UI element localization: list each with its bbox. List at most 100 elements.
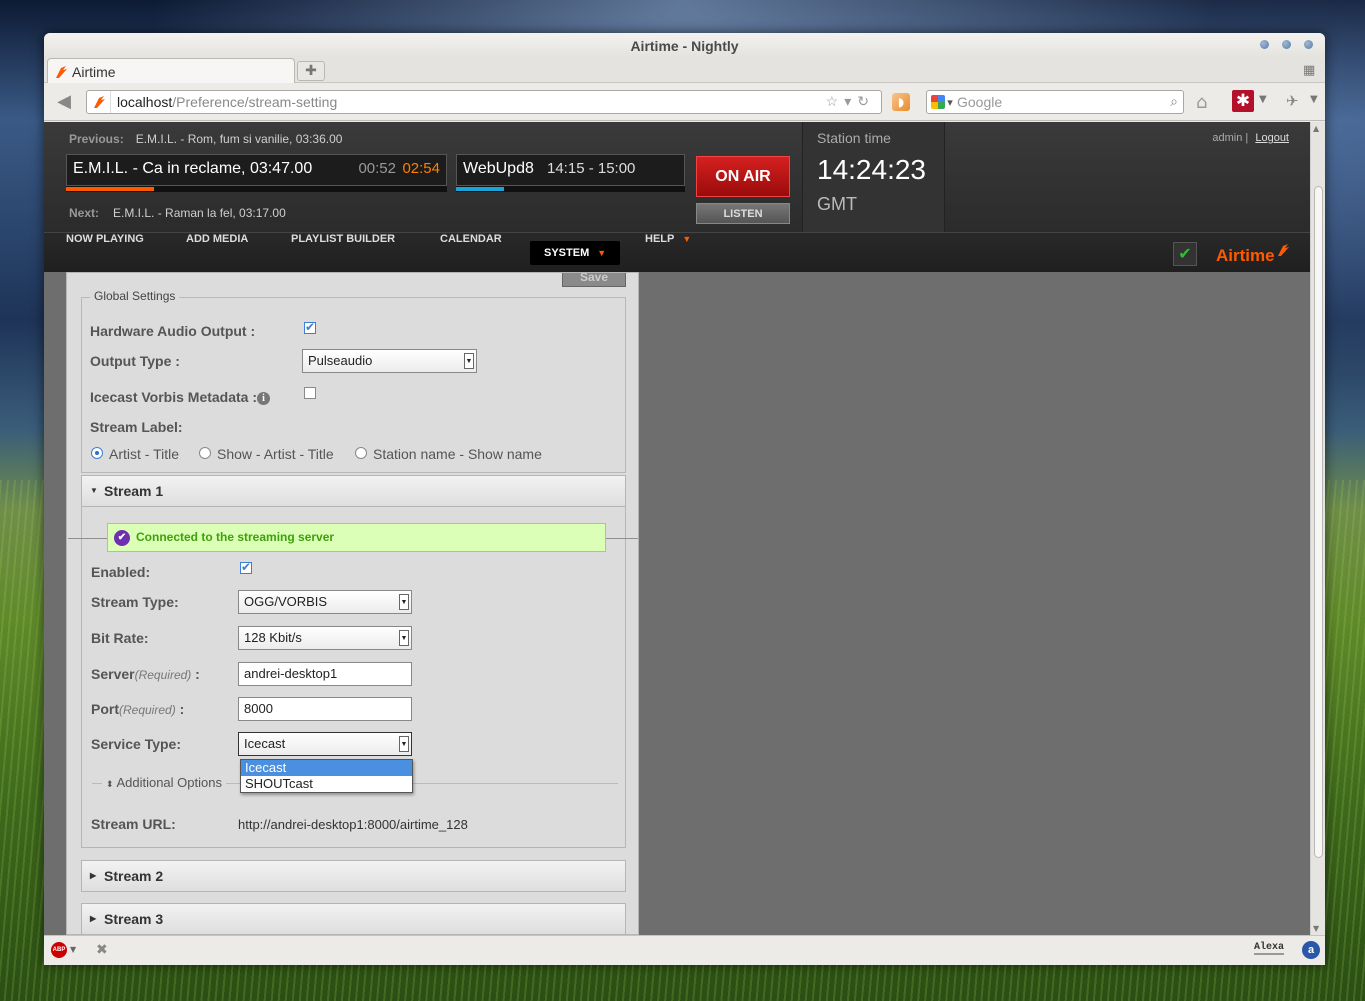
url-host: localhost [117, 94, 173, 110]
site-identity-icon[interactable] [87, 91, 111, 113]
menu-now-playing[interactable]: NOW PLAYING [66, 233, 144, 273]
dropdown-arrow-icon[interactable]: ▾ [844, 93, 857, 109]
server-input[interactable]: andrei-desktop1 [238, 662, 412, 686]
bit-rate-label: Bit Rate: [91, 630, 149, 646]
logout-link[interactable]: Logout [1255, 132, 1289, 144]
url-bar-icons: ☆▾↻ [826, 93, 875, 110]
adblock-icon[interactable]: ABP [51, 942, 67, 958]
window-title: Airtime - Nightly [630, 38, 739, 54]
page-content: Previous: E.M.I.L. - Rom, fum si vanilie,… [44, 122, 1310, 935]
status-bar: ABP ▼ ✖ Alexa a [44, 935, 1325, 965]
close-icon[interactable]: ✖ [96, 942, 108, 958]
stream-2-header[interactable]: ▶ Stream 2 [81, 860, 626, 892]
server-colon: : [191, 666, 200, 682]
enabled-checkbox[interactable] [240, 560, 252, 574]
output-type-select[interactable]: Pulseaudio ▼ [302, 349, 477, 373]
stream-3-header[interactable]: ▶ Stream 3 [81, 903, 626, 934]
browser-window: Airtime - Nightly Airtime ✚ ▦ ◀ localhos… [44, 33, 1325, 965]
chevron-down-icon: ▼ [597, 248, 607, 258]
navigation-toolbar: ◀ localhost/Preference/stream-setting ☆▾… [44, 83, 1325, 121]
listen-button[interactable]: LISTEN [696, 203, 790, 224]
search-bar[interactable]: ▾ Google ⌕ [926, 90, 1184, 114]
rss-icon[interactable]: ◗ [892, 93, 910, 111]
addon-dropdown-icon[interactable]: ▼ [1259, 94, 1267, 105]
radio-show-artist-title[interactable] [199, 447, 211, 459]
new-tab-button[interactable]: ✚ [297, 61, 325, 81]
server-label-text: Server [91, 666, 135, 682]
service-type-value: Icecast [244, 736, 286, 751]
check-icon: ✔ [1173, 242, 1197, 266]
stream-1-header[interactable]: ▼ Stream 1 [81, 475, 626, 507]
global-settings-legend: Global Settings [90, 289, 180, 303]
chevron-right-icon: ▶ [90, 914, 97, 923]
service-type-option-shoutcast[interactable]: SHOUTcast [241, 776, 412, 792]
list-all-tabs-icon[interactable]: ▦ [1303, 63, 1319, 79]
hardware-audio-output-checkbox[interactable] [304, 320, 316, 334]
username: admin [1212, 132, 1243, 144]
addon-icon[interactable]: ✱ [1232, 90, 1254, 112]
stream-settings-panel: Save Global Settings Hardware Audio Outp… [66, 272, 639, 935]
previous-label: Previous: [69, 132, 124, 146]
vertical-scrollbar[interactable]: ▲ ▼ [1310, 122, 1325, 935]
previous-value: E.M.I.L. - Rom, fum si vanilie, 03:36.00 [135, 132, 343, 146]
additional-options-label: Additional Options [116, 775, 222, 790]
scroll-down-icon[interactable]: ▼ [1313, 924, 1319, 933]
home-icon[interactable]: ⌂ [1196, 92, 1207, 113]
expand-icon: ⬍ [106, 779, 114, 789]
tab-label: Airtime [72, 63, 116, 80]
tools-icon[interactable]: ✈ [1286, 92, 1299, 110]
adblock-dropdown-icon[interactable]: ▼ [70, 945, 76, 954]
brand-text: Airtime [1216, 246, 1275, 265]
stream-type-select[interactable]: OGG/VORBIS ▼ [238, 590, 412, 614]
menu-help[interactable]: HELP ▼ [645, 233, 691, 273]
tools-dropdown-icon[interactable]: ▼ [1310, 94, 1318, 105]
stream-1-body: ✔ Connected to the streaming server Enab… [68, 507, 638, 848]
star-icon[interactable]: ☆ [826, 93, 845, 109]
radio-station-show-name[interactable] [355, 447, 367, 459]
airtime-logo-icon [1277, 244, 1289, 256]
magnifier-icon[interactable]: ⌕ [1170, 93, 1178, 110]
search-engine-selector[interactable]: ▾ [927, 95, 957, 109]
stream-3-title: Stream 3 [104, 911, 164, 927]
scroll-up-icon[interactable]: ▲ [1313, 124, 1319, 133]
radio-artist-title[interactable] [91, 447, 103, 459]
stream-label-label: Stream Label: [90, 419, 183, 435]
bit-rate-value: 128 Kbit/s [244, 630, 302, 645]
info-icon[interactable]: i [257, 392, 271, 405]
menu-help-label: HELP [645, 233, 675, 245]
station-time: 14:24:23 [817, 154, 926, 185]
chevron-down-icon: ▼ [682, 234, 692, 244]
alexa-icon[interactable]: a [1302, 941, 1320, 959]
station-time-panel: Station time 14:24:23 GMT [802, 122, 945, 232]
menu-add-media[interactable]: ADD MEDIA [186, 233, 248, 273]
alexa-toolbar[interactable]: Alexa [1254, 942, 1285, 955]
menu-calendar[interactable]: CALENDAR [440, 233, 502, 273]
stream-url-value: http://andrei-desktop1:8000/airtime_128 [238, 817, 468, 832]
service-type-option-icecast[interactable]: Icecast [241, 760, 412, 776]
stream-1-title: Stream 1 [104, 483, 164, 499]
service-type-select[interactable]: Icecast ▼ [238, 732, 412, 756]
current-track-title: E.M.I.L. - Ca in reclame, 03:47.00 [73, 160, 313, 177]
back-arrow-icon[interactable]: ◀ [52, 91, 76, 113]
tab-airtime[interactable]: Airtime [47, 58, 295, 84]
airtime-logo-icon [93, 96, 105, 108]
scrollbar-thumb[interactable] [1314, 186, 1323, 858]
close-window-button[interactable] [1304, 40, 1313, 49]
minimize-button[interactable] [1260, 40, 1269, 49]
icecast-vorbis-metadata-checkbox[interactable] [304, 387, 316, 399]
station-time-label: Station time [817, 130, 891, 146]
additional-options-toggle[interactable]: ⬍ Additional Options [102, 775, 226, 790]
chevron-down-icon: ▼ [399, 630, 409, 646]
google-icon [931, 95, 946, 109]
menu-playlist-builder[interactable]: PLAYLIST BUILDER [291, 233, 395, 273]
maximize-button[interactable] [1282, 40, 1291, 49]
bit-rate-select[interactable]: 128 Kbit/s ▼ [238, 626, 412, 650]
reload-icon[interactable]: ↻ [857, 93, 875, 109]
url-bar[interactable]: localhost/Preference/stream-setting ☆▾↻ [86, 90, 882, 114]
port-input[interactable]: 8000 [238, 697, 412, 721]
save-button[interactable]: Save [562, 273, 626, 287]
stream-type-value: OGG/VORBIS [244, 594, 328, 609]
menu-system[interactable]: SYSTEM ▼ [530, 241, 621, 265]
chevron-down-icon: ▼ [464, 353, 474, 369]
icecast-vorbis-metadata-label: Icecast Vorbis Metadata :i [90, 389, 271, 405]
